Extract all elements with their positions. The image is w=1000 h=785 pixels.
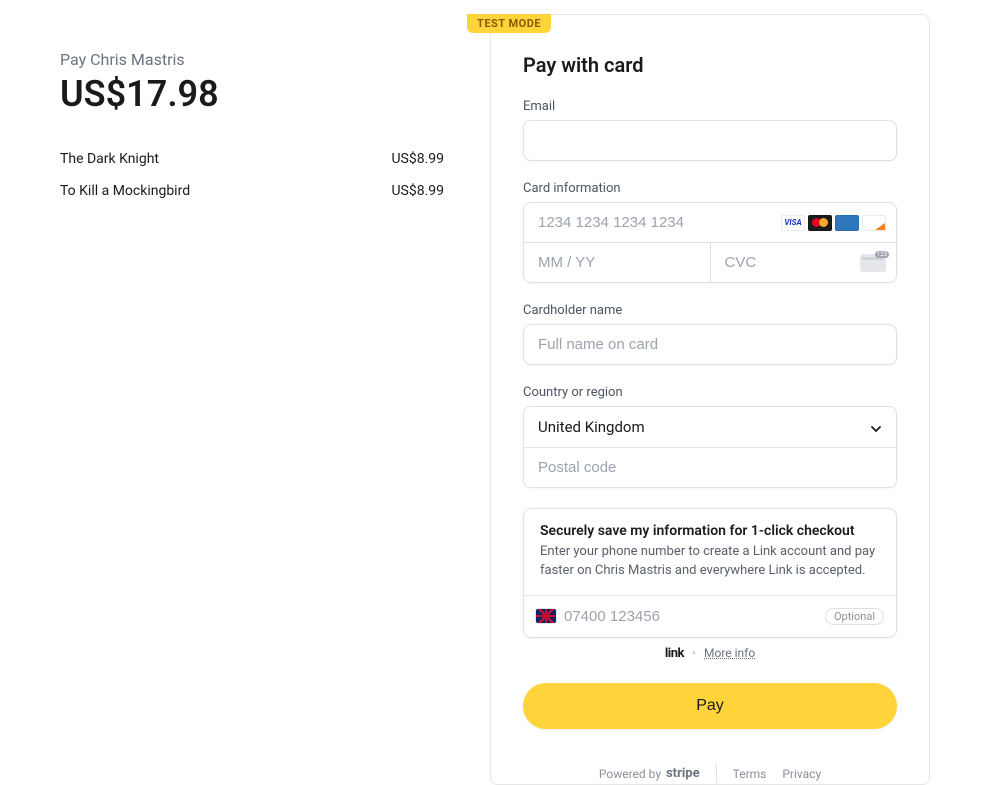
card-brand-strip: VISA [781, 215, 896, 231]
country-select[interactable]: United Kingdom [524, 407, 896, 448]
line-item: The Dark Knight US$8.99 [60, 143, 444, 175]
card-number-input[interactable] [524, 203, 781, 242]
optional-badge: Optional [825, 608, 884, 625]
phone-input[interactable] [564, 604, 817, 629]
line-item-price: US$8.99 [391, 183, 444, 199]
cvc-icon [860, 254, 886, 272]
line-item: To Kill a Mockingbird US$8.99 [60, 175, 444, 207]
card-expiry-input[interactable] [524, 243, 710, 282]
order-total: US$17.98 [60, 73, 444, 115]
postal-code-input[interactable] [524, 448, 896, 487]
email-input[interactable] [523, 120, 897, 161]
separator-dot: • [692, 646, 696, 660]
payment-form-panel: TEST MODE Pay with card Email Card infor… [490, 14, 930, 785]
pay-button[interactable]: Pay [523, 683, 897, 729]
save-info-block: Securely save my information for 1-click… [523, 508, 897, 638]
terms-link[interactable]: Terms [733, 767, 767, 781]
country-label: Country or region [523, 385, 897, 400]
stripe-logo: stripe [666, 766, 700, 781]
card-cvc-input[interactable] [711, 243, 861, 282]
country-block: United Kingdom [523, 406, 897, 488]
uk-flag-icon[interactable] [536, 609, 556, 623]
card-block: VISA [523, 202, 897, 283]
more-info-link[interactable]: More info [704, 646, 755, 660]
cardholder-name-label: Cardholder name [523, 303, 897, 318]
divider [716, 765, 717, 783]
link-info-line: link • More info [523, 646, 897, 661]
amex-icon [835, 215, 859, 231]
privacy-link[interactable]: Privacy [782, 767, 821, 781]
line-item-price: US$8.99 [391, 151, 444, 167]
line-item-name: The Dark Knight [60, 151, 159, 167]
form-footer: Powered by stripe Terms Privacy [523, 765, 897, 783]
line-item-name: To Kill a Mockingbird [60, 183, 190, 199]
test-mode-badge: TEST MODE [467, 14, 551, 33]
save-info-title: Securely save my information for 1-click… [540, 523, 880, 539]
card-info-label: Card information [523, 181, 897, 196]
order-summary-panel: Pay Chris Mastris US$17.98 The Dark Knig… [0, 0, 490, 785]
visa-icon: VISA [781, 215, 805, 231]
chevron-down-icon [870, 421, 882, 433]
save-info-desc: Enter your phone number to create a Link… [540, 543, 880, 581]
pay-to-label: Pay Chris Mastris [60, 50, 444, 69]
cardholder-name-input[interactable] [523, 324, 897, 365]
discover-icon [862, 215, 886, 231]
powered-by-label: Powered by [599, 767, 661, 781]
link-logo: link [665, 646, 684, 661]
email-label: Email [523, 99, 897, 114]
mastercard-icon [808, 215, 832, 231]
country-selected-value: United Kingdom [538, 418, 645, 436]
form-title: Pay with card [523, 53, 897, 77]
